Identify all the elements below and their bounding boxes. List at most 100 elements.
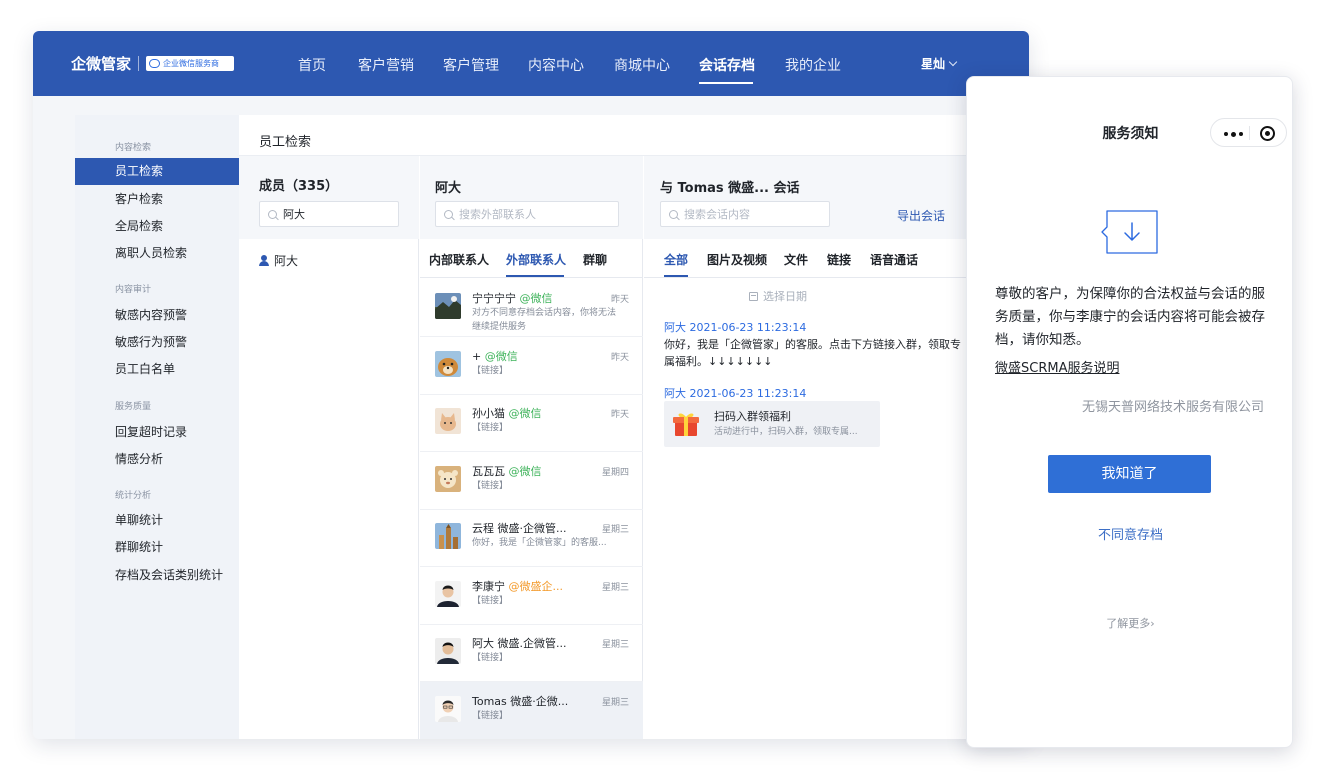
member-result-item[interactable]: 阿大 bbox=[259, 252, 298, 269]
contact-search-input[interactable]: 搜索外部联系人 bbox=[435, 201, 619, 227]
decline-archive-button[interactable]: 不同意存档 bbox=[967, 524, 1294, 543]
member-search-input[interactable]: 阿大 bbox=[259, 201, 399, 227]
contact-list-item[interactable]: 云程 微盛·企微管... 你好，我是「企微管家」的客服... 星期三 bbox=[420, 509, 643, 567]
company-name: 无锡天普网络技术服务有限公司 bbox=[1081, 400, 1264, 415]
contact-name: 李康宁 @微盛企... bbox=[472, 578, 563, 594]
tab-active-indicator bbox=[506, 275, 564, 277]
contact-source-tag: @微盛企... bbox=[508, 579, 564, 593]
service-terms-link[interactable]: 微盛SCRMA服务说明 bbox=[995, 357, 1119, 376]
contact-owner-heading: 阿大 bbox=[435, 181, 462, 196]
member-column-header: 成员（335） 阿大 bbox=[239, 156, 419, 239]
chat-heading: 与 Tomas 微盛... 会话 bbox=[660, 181, 800, 196]
member-count-heading: 成员（335） bbox=[259, 179, 339, 194]
service-notice-dialog: 服务须知 尊敬的客户，为保障你的合法权益与会话的服务质量，你与李康宁的会话内容将… bbox=[966, 76, 1293, 748]
tab-files[interactable]: 文件 bbox=[784, 251, 808, 268]
mini-program-capsule bbox=[1210, 118, 1287, 147]
nav-mall-center[interactable]: 商城中心 bbox=[614, 55, 670, 75]
contact-last-message: 对方不同意存档会话内容，你将无法继续提供服务 bbox=[472, 308, 617, 332]
nav-home[interactable]: 首页 bbox=[298, 55, 326, 75]
sidebar: 内容检索 员工检索 客户检索 全局检索 离职人员检索 内容审计 敏感内容预警 敏… bbox=[75, 115, 239, 739]
sidebar-group-title: 统计分析 bbox=[115, 491, 152, 501]
sidebar-item-single-chat-stats[interactable]: 单聊统计 bbox=[75, 507, 239, 534]
brand-divider bbox=[138, 56, 139, 71]
contact-name: + @微信 bbox=[472, 348, 518, 364]
contact-display-name: 云程 微盛·企微管... bbox=[472, 522, 567, 535]
contact-list-item[interactable]: Tomas 微盛·企微... 【链接】 星期三 bbox=[420, 681, 643, 739]
sidebar-item-sensitive-content[interactable]: 敏感内容预警 bbox=[75, 302, 239, 329]
contact-last-message: 【链接】 bbox=[472, 365, 509, 376]
nav-content-center[interactable]: 内容中心 bbox=[528, 55, 584, 75]
message-meta: 阿大 2021-06-23 11:23:14 bbox=[664, 321, 807, 334]
user-menu[interactable]: 星灿 bbox=[921, 55, 958, 72]
tab-internal-contacts[interactable]: 内部联系人 bbox=[429, 251, 489, 268]
contact-avatar bbox=[435, 350, 461, 377]
chat-search-input[interactable]: 搜索会话内容 bbox=[660, 201, 830, 227]
top-nav: 企微管家 企业微信服务商 首页 客户营销 客户管理 内容中心 商城中心 会话存档… bbox=[33, 31, 1029, 96]
contact-avatar bbox=[435, 580, 461, 607]
contact-name: 瓦瓦瓦 @微信 bbox=[472, 463, 542, 479]
more-icon[interactable] bbox=[1224, 131, 1243, 137]
tab-group-chats[interactable]: 群聊 bbox=[583, 251, 607, 268]
sidebar-item-resigned-search[interactable]: 离职人员检索 bbox=[75, 240, 239, 267]
nav-customer-management[interactable]: 客户管理 bbox=[443, 55, 499, 75]
contact-list-item[interactable]: 瓦瓦瓦 @微信 【链接】 星期四 bbox=[420, 452, 643, 510]
service-provider-badge: 企业微信服务商 bbox=[146, 56, 234, 71]
contact-timestamp: 星期三 bbox=[601, 582, 629, 593]
contact-last-message: 【链接】 bbox=[472, 423, 509, 433]
nav-my-enterprise[interactable]: 我的企业 bbox=[785, 55, 841, 75]
contact-display-name: Tomas 微盛·企微... bbox=[472, 694, 569, 708]
nav-session-archive[interactable]: 会话存档 bbox=[699, 55, 755, 75]
sidebar-item-sensitive-behavior[interactable]: 敏感行为预警 bbox=[75, 329, 239, 356]
contact-avatar bbox=[435, 523, 461, 549]
tab-links[interactable]: 链接 bbox=[827, 251, 851, 268]
contact-list-item[interactable]: 孙小猫 @微信 【链接】 昨天 bbox=[420, 394, 643, 452]
link-card[interactable]: 扫码入群领福利 活动进行中，扫码入群，领取专属... bbox=[664, 401, 880, 447]
user-name: 星灿 bbox=[921, 57, 946, 71]
contact-name: 宁宁宁宁 @微信 bbox=[472, 290, 553, 306]
contact-list-item[interactable]: 阿大 微盛.企微管... 【链接】 星期三 bbox=[420, 624, 643, 682]
contact-avatar bbox=[435, 293, 461, 319]
contact-column: 阿大 搜索外部联系人 内部联系人 外部联系人 群聊 宁宁宁宁 @微信对方不同意存… bbox=[420, 156, 643, 739]
sidebar-item-global-search[interactable]: 全局检索 bbox=[75, 213, 239, 240]
gift-icon bbox=[673, 413, 699, 436]
sidebar-group-title: 内容审计 bbox=[115, 285, 152, 295]
date-picker[interactable]: 选择日期 bbox=[749, 288, 807, 304]
contact-timestamp: 星期三 bbox=[601, 640, 629, 650]
sidebar-item-reply-timeout[interactable]: 回复超时记录 bbox=[75, 419, 239, 446]
contact-name: 阿大 微盛.企微管... bbox=[472, 635, 566, 651]
contact-list-item[interactable]: 宁宁宁宁 @微信 对方不同意存档会话内容，你将无法继续提供服务 昨天 bbox=[420, 279, 643, 337]
learn-more-link[interactable]: 了解更多› bbox=[967, 615, 1294, 631]
contact-timestamp: 昨天 bbox=[610, 352, 629, 363]
link-card-subtitle: 活动进行中，扫码入群，领取专属... bbox=[714, 427, 858, 437]
tab-media[interactable]: 图片及视频 bbox=[707, 251, 767, 268]
brand-logo: 企微管家 bbox=[71, 55, 132, 73]
sidebar-item-employee-search[interactable]: 员工检索 bbox=[75, 158, 239, 185]
contact-list-item[interactable]: 李康宁 @微盛企... 【链接】 星期三 bbox=[420, 567, 643, 625]
sidebar-item-whitelist[interactable]: 员工白名单 bbox=[75, 356, 239, 383]
chat-search-placeholder: 搜索会话内容 bbox=[684, 208, 750, 221]
contact-avatar bbox=[435, 638, 461, 664]
member-column: 成员（335） 阿大 阿大 bbox=[239, 156, 419, 739]
acknowledge-button[interactable]: 我知道了 bbox=[1048, 455, 1211, 493]
tab-all[interactable]: 全部 bbox=[664, 251, 688, 268]
contact-list-item[interactable]: + @微信 【链接】 昨天 bbox=[420, 337, 643, 395]
close-target-icon[interactable] bbox=[1260, 126, 1275, 141]
sidebar-item-group-chat-stats[interactable]: 群聊统计 bbox=[75, 534, 239, 561]
export-chat-button[interactable]: 导出会话 bbox=[897, 207, 945, 224]
sidebar-item-customer-search[interactable]: 客户检索 bbox=[75, 186, 239, 213]
sidebar-group-title: 内容检索 bbox=[115, 143, 152, 153]
notice-text: 尊敬的客户，为保障你的合法权益与会话的服务质量，你与李康宁的会话内容将可能会被存… bbox=[995, 286, 1265, 348]
contact-avatar bbox=[435, 695, 461, 722]
nav-customer-marketing[interactable]: 客户营销 bbox=[358, 55, 414, 75]
sidebar-item-archive-stats[interactable]: 存档及会话类别统计 bbox=[75, 562, 239, 589]
tab-external-contacts[interactable]: 外部联系人 bbox=[506, 251, 566, 268]
search-icon bbox=[669, 209, 678, 219]
contact-source-tag: @微信 bbox=[508, 407, 542, 420]
contact-name: 孙小猫 @微信 bbox=[472, 405, 542, 421]
message-meta: 阿大 2021-06-23 11:23:14 bbox=[664, 387, 807, 400]
contact-display-name: 李康宁 bbox=[472, 579, 505, 593]
sidebar-item-sentiment[interactable]: 情感分析 bbox=[75, 446, 239, 473]
tab-voice-calls[interactable]: 语音通话 bbox=[870, 251, 918, 268]
contact-display-name: + bbox=[472, 349, 482, 363]
calendar-icon bbox=[749, 291, 758, 301]
